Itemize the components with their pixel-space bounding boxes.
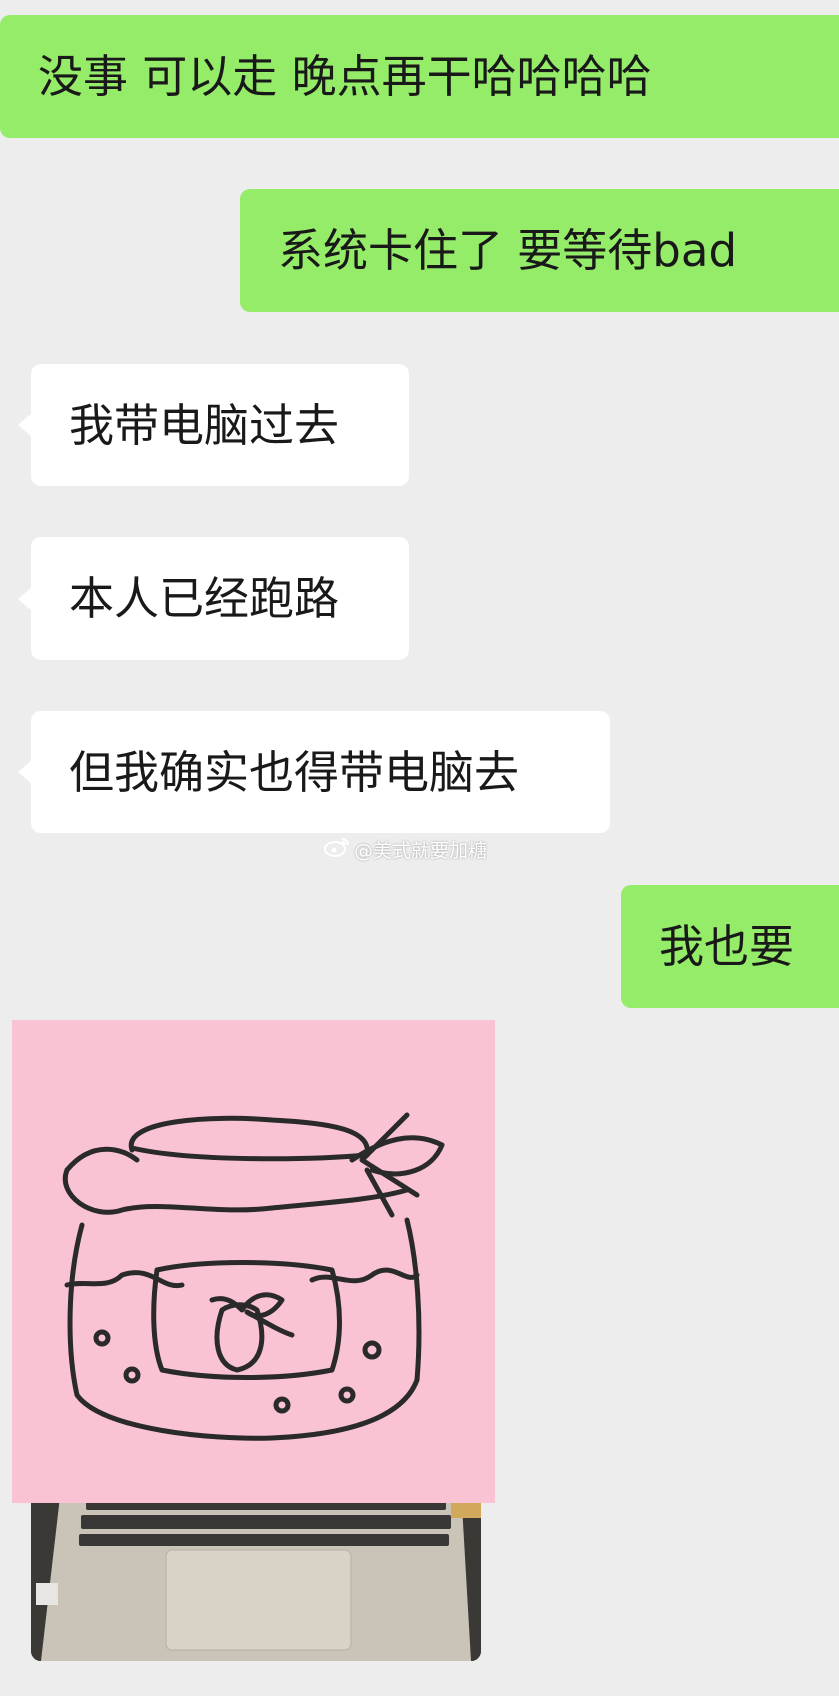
message-bubble-incoming[interactable]: 但我确实也得带电脑去 <box>18 711 610 833</box>
strawberry-jam-jar-drawing-icon <box>62 1112 445 1441</box>
jam-jar-sticker[interactable] <box>12 1020 495 1503</box>
message-text: 本人已经跑路 <box>69 572 340 625</box>
message-text: 我也要 <box>659 920 795 973</box>
message-text: 系统卡住了 要等待bad <box>278 224 738 277</box>
message-text: 我带电脑过去 <box>69 398 340 452</box>
weibo-icon <box>324 836 350 863</box>
message-bubble-incoming[interactable]: 我带电脑过去 <box>18 364 409 486</box>
message-text: 没事 可以走 晚点再干哈哈哈哈 <box>38 50 652 103</box>
watermark: @美式就要加糖 <box>324 836 487 863</box>
message-bubble-outgoing[interactable]: 系统卡住了 要等待bad <box>240 189 839 312</box>
laptop-photo[interactable] <box>31 1488 481 1661</box>
message-bubble-outgoing[interactable]: 没事 可以走 晚点再干哈哈哈哈 <box>0 15 839 138</box>
watermark-text: @美式就要加糖 <box>354 840 488 862</box>
message-text: 但我确实也得带电脑去 <box>69 745 520 799</box>
message-bubble-incoming[interactable]: 本人已经跑路 <box>18 537 409 660</box>
message-bubble-outgoing[interactable]: 我也要 <box>621 885 839 1008</box>
